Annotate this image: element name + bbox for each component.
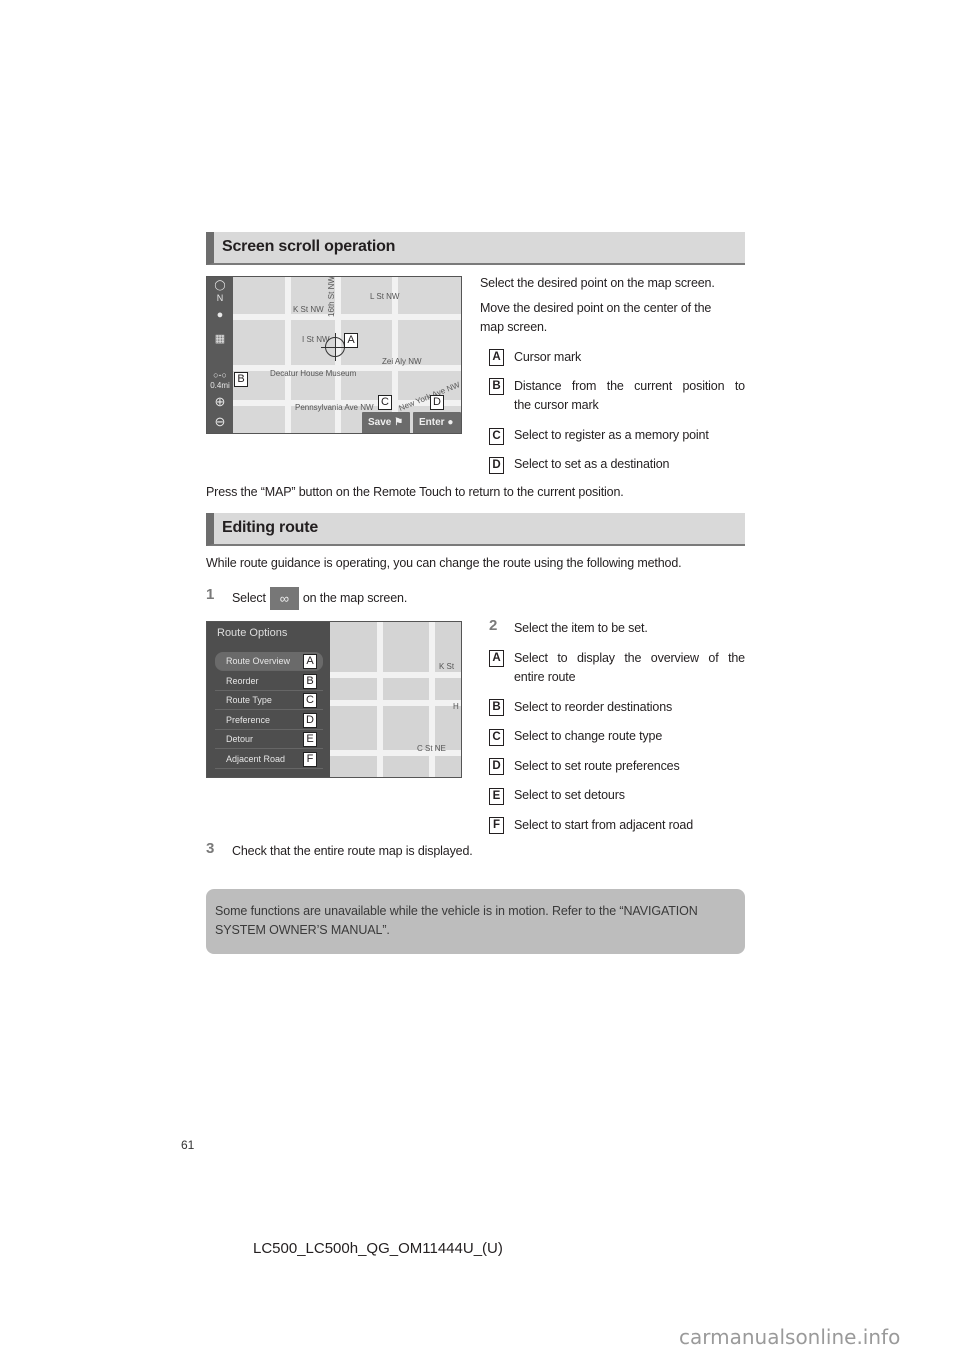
distance-icon: ○-○ [213, 370, 227, 380]
section-header-editing-route: Editing route [206, 513, 745, 546]
badge-f: F [489, 817, 504, 834]
map-label: Zei Aly NW [382, 357, 422, 366]
route-options-title: Route Options [217, 627, 288, 639]
save-button[interactable]: Save ⚑ [362, 412, 410, 433]
map-label: K St NW [293, 305, 324, 314]
route-options-screenshot: K St H C St NE Route Options Route Overv… [206, 621, 462, 778]
badge-b: B [489, 699, 504, 716]
compass-label: N [216, 293, 224, 303]
item-description: the cursor mark [514, 398, 599, 412]
callout-c: C [378, 395, 392, 410]
map-label: Decatur House Museum [270, 369, 357, 378]
step-2-text: Select the item to be set. [514, 621, 648, 635]
step-3-text: Check that the entire route map is displ… [232, 844, 473, 858]
pin-icon: ● [447, 417, 454, 428]
map-label: C St NE [417, 744, 446, 753]
badge-d: D [489, 758, 504, 775]
note-line: Some functions are unavailable while the… [215, 904, 698, 918]
flag-icon: ⚑ [394, 417, 404, 428]
route-edit-icon: ∞ [269, 587, 299, 610]
item-description: Select to register as a memory point [514, 428, 709, 442]
item-description: Select to display the overview of the [514, 651, 745, 665]
map-label: H [453, 702, 459, 711]
item-description: Select to set as a destination [514, 457, 670, 471]
map-screenshot-scroll: ◯ N ● ▦ ○-○ 0.4mi ⊕ ⊖ K St NW L St NW I … [206, 276, 462, 434]
step-number: 2 [489, 617, 498, 634]
callout-c: C [303, 693, 317, 708]
badge-a: A [489, 349, 504, 366]
page-number: 61 [181, 1138, 195, 1152]
map-road [285, 277, 291, 433]
map-button-note: Press the “MAP” button on the Remote Tou… [206, 485, 624, 499]
map-label: 16th St NW [327, 276, 336, 317]
zoom-in-icon[interactable]: ⊕ [207, 394, 233, 410]
note-line: SYSTEM OWNER’S MANUAL”. [215, 923, 390, 937]
step-1-post: on the map screen. [302, 590, 408, 605]
item-description: Select to set route preferences [514, 759, 680, 773]
callout-d: D [430, 395, 444, 410]
map-label: Pennsylvania Ave NW [295, 403, 374, 412]
map-label: L St NW [370, 292, 400, 301]
map-grid-icon[interactable]: ▦ [207, 332, 233, 345]
compass-icon[interactable]: ◯ [207, 280, 233, 291]
instruction-text: map screen. [480, 320, 548, 334]
badge-a: A [489, 650, 504, 667]
step-1-text: Select ∞ on the map screen. [232, 587, 407, 610]
badge-c: C [489, 428, 504, 445]
callout-b: B [303, 674, 317, 689]
instruction-text: Move the desired point on the center of … [480, 301, 712, 315]
item-description: Select to reorder destinations [514, 700, 673, 714]
item-description: Select to change route type [514, 729, 663, 743]
distance-readout: 0.4mi [210, 381, 230, 390]
section-header-screen-scroll: Screen scroll operation [206, 232, 745, 265]
note-box: Some functions are unavailable while the… [206, 889, 745, 954]
zoom-out-icon[interactable]: ⊖ [207, 414, 233, 430]
step-number: 1 [206, 586, 215, 603]
item-description: Select to set detours [514, 788, 625, 802]
enter-button[interactable]: Enter ● [413, 412, 461, 433]
location-pin-icon[interactable]: ● [207, 309, 233, 321]
callout-a: A [303, 654, 317, 669]
map-road [233, 314, 461, 320]
callout-b: B [234, 372, 248, 387]
badge-e: E [489, 788, 504, 805]
badge-d: D [489, 457, 504, 474]
badge-c: C [489, 729, 504, 746]
callout-a: A [344, 333, 358, 348]
map-sidebar: ◯ N ● ▦ ○-○ 0.4mi ⊕ ⊖ [207, 277, 233, 433]
callout-d: D [303, 713, 317, 728]
map-label: K St [439, 662, 455, 671]
step-1-pre: Select [232, 590, 266, 605]
item-description: entire route [514, 670, 576, 684]
item-description: Select to start from adjacent road [514, 818, 694, 832]
map-road [330, 672, 461, 678]
watermark: carmanualsonline.info [679, 1325, 901, 1349]
item-description: Cursor mark [514, 350, 582, 364]
step-number: 3 [206, 840, 215, 857]
instruction-text: Select the desired point on the map scre… [480, 276, 715, 290]
section-intro: While route guidance is operating, you c… [206, 556, 682, 570]
cursor-crosshair [335, 333, 336, 361]
callout-e: E [303, 732, 317, 747]
item-description: Distance from the current position to [514, 379, 745, 393]
document-code: LC500_LC500h_QG_OM11444U_(U) [253, 1240, 503, 1257]
callout-f: F [303, 752, 317, 767]
map-road [330, 700, 461, 706]
badge-b: B [489, 378, 504, 395]
